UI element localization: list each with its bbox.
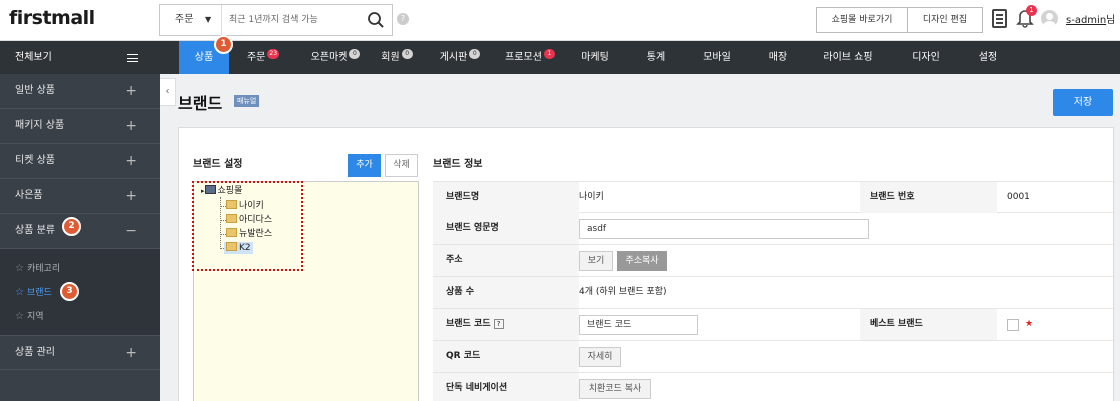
expand-icon: + xyxy=(125,153,137,169)
sidebar-header[interactable]: 전체보기 xyxy=(0,41,160,74)
step-marker-3: 3 xyxy=(60,282,79,301)
brand-info-title: 브랜드 정보 xyxy=(433,159,483,170)
delete-button[interactable]: 삭제 xyxy=(385,154,418,177)
sidebar-submenu: ☆ 카테고리 ☆ 브랜드 ☆ 지역 xyxy=(0,249,160,335)
main-nav: 상품 주문 23 오픈마켓 0 회원 0 게시판 0 프로모션 1 마케팅 통계 모바일 … xyxy=(160,41,1120,74)
logo[interactable]: firstmall xyxy=(9,7,95,29)
expand-icon: + xyxy=(125,188,137,204)
design-edit-button[interactable]: 디자인 편집 xyxy=(907,7,983,33)
tab-statistics[interactable]: 통계 xyxy=(636,41,676,74)
main-content: ‹ 브랜드 매뉴얼 저장 브랜드 설정 추가 삭제 ▸ 쇼핑몰 나이키 아디다스 … xyxy=(160,74,1120,401)
table-row: 브랜드명 나이키 브랜드 번호 0001 xyxy=(433,181,1115,213)
copy-substitution-code-button[interactable]: 치환코드 복사 xyxy=(579,379,651,399)
table-row: 주소 보기 주소복사 xyxy=(433,245,1115,277)
order-count-badge: 23 xyxy=(267,49,280,59)
search-input[interactable]: 최근 1년까지 검색 가능 xyxy=(229,5,318,35)
star-icon: ☆ xyxy=(15,287,24,298)
help-icon[interactable]: ? xyxy=(397,13,409,25)
table-row: 단독 네비게이션 치환코드 복사 xyxy=(433,373,1115,401)
top-bar: firstmall 주문 ▼ 최근 1년까지 검색 가능 ? 쇼핑몰 바로가기 … xyxy=(0,0,1120,41)
step-marker-2: 2 xyxy=(62,217,81,236)
user-name[interactable]: s-admin님 xyxy=(1066,11,1115,26)
qr-detail-button[interactable]: 자세히 xyxy=(579,347,621,367)
search-icon[interactable] xyxy=(367,11,385,29)
highlight-box xyxy=(192,181,303,271)
best-brand-label: 베스트 브랜드 xyxy=(860,309,997,340)
search-box: 주문 ▼ 최근 1년까지 검색 가능 xyxy=(159,4,393,36)
star-icon: ☆ xyxy=(15,311,24,322)
brand-name-label: 브랜드명 xyxy=(433,182,579,213)
step-marker-1: 1 xyxy=(214,35,233,54)
copy-address-button[interactable]: 주소복사 xyxy=(617,251,667,271)
star-icon: ☆ xyxy=(15,263,24,274)
add-button[interactable]: 추가 xyxy=(348,154,381,177)
collapse-icon: − xyxy=(125,223,137,239)
save-button[interactable]: 저장 xyxy=(1053,89,1113,116)
qr-code-label: QR 코드 xyxy=(433,341,579,372)
brand-number-label: 브랜드 번호 xyxy=(860,182,997,213)
tab-open-market[interactable]: 오픈마켓 0 xyxy=(299,41,372,74)
sidebar-item-ticket-products[interactable]: 티켓 상품 + xyxy=(0,144,160,179)
tab-mobile[interactable]: 모바일 xyxy=(694,41,740,74)
table-row: 상품 수 4개 (하위 브랜드 포함) xyxy=(433,277,1115,309)
collapse-sidebar-button[interactable]: ‹ xyxy=(160,78,176,106)
page-title: 브랜드 xyxy=(178,94,223,113)
sidebar-subitem-brand[interactable]: ☆ 브랜드 xyxy=(0,281,160,305)
best-brand-checkbox[interactable] xyxy=(1007,319,1019,331)
sidebar-item-package-products[interactable]: 패키지 상품 + xyxy=(0,109,160,144)
table-row: 브랜드 코드? 브랜드 코드 베스트 브랜드 ★ xyxy=(433,309,1115,341)
tab-live-shopping[interactable]: 라이브 쇼핑 xyxy=(813,41,883,74)
brand-code-label: 브랜드 코드? xyxy=(433,309,579,340)
menu-icon[interactable] xyxy=(127,54,138,62)
expand-icon: + xyxy=(125,345,137,361)
english-name-input[interactable]: asdf xyxy=(579,219,869,239)
brand-code-input[interactable]: 브랜드 코드 xyxy=(579,315,698,335)
go-to-mall-button[interactable]: 쇼핑몰 바로가기 xyxy=(816,7,908,33)
help-icon[interactable]: ? xyxy=(493,319,504,329)
sidebar-subitem-region[interactable]: ☆ 지역 xyxy=(0,305,160,329)
sidebar-item-product-management[interactable]: 상품 관리 + xyxy=(0,335,160,370)
brand-panel: 브랜드 설정 추가 삭제 ▸ 쇼핑몰 나이키 아디다스 뉴발란스 K2 브랜드 정… xyxy=(178,127,1115,401)
sidebar-item-product-classification[interactable]: 상품 분류 − xyxy=(0,214,160,249)
manual-badge[interactable]: 매뉴얼 xyxy=(234,95,260,107)
tab-promotion[interactable]: 프로모션 1 xyxy=(498,41,562,74)
brand-name-value: 나이키 xyxy=(579,192,604,202)
product-count-label: 상품 수 xyxy=(433,277,579,308)
notification-badge: 1 xyxy=(1026,5,1037,16)
table-row: QR 코드 자세히 xyxy=(433,341,1115,373)
tab-board[interactable]: 게시판 0 xyxy=(432,41,488,74)
brand-settings-title: 브랜드 설정 xyxy=(193,159,243,170)
table-row: 브랜드 영문명 asdf xyxy=(433,213,1115,245)
english-name-label: 브랜드 영문명 xyxy=(433,213,579,244)
sidebar-item-general-products[interactable]: 일반 상품 + xyxy=(0,74,160,109)
view-button[interactable]: 보기 xyxy=(579,251,613,271)
chevron-down-icon: ▼ xyxy=(205,15,212,24)
search-category-select[interactable]: 주문 ▼ xyxy=(160,5,222,35)
expand-icon: + xyxy=(125,118,137,134)
brand-number-value: 0001 xyxy=(1007,192,1030,202)
tab-marketing[interactable]: 마케팅 xyxy=(572,41,618,74)
address-label: 주소 xyxy=(433,245,579,276)
avatar[interactable] xyxy=(1041,10,1058,27)
tab-orders[interactable]: 주문 23 xyxy=(235,41,291,74)
tab-settings[interactable]: 설정 xyxy=(970,41,1006,74)
sidebar-header-label: 전체보기 xyxy=(15,52,52,63)
tab-design[interactable]: 디자인 xyxy=(903,41,949,74)
document-icon[interactable] xyxy=(992,9,1007,28)
required-star-icon: ★ xyxy=(1025,319,1034,329)
expand-icon: + xyxy=(125,83,137,99)
tab-members[interactable]: 회원 0 xyxy=(374,41,420,74)
sidebar-subitem-category[interactable]: ☆ 카테고리 xyxy=(0,257,160,281)
sidebar-item-gifts[interactable]: 사은품 + xyxy=(0,179,160,214)
search-category-label: 주문 xyxy=(175,14,194,25)
sidebar: 전체보기 일반 상품 + 패키지 상품 + 티켓 상품 + 사은품 + 상품 분류 − ☆… xyxy=(0,41,160,401)
product-count-value: 4개 (하위 브랜드 포함) xyxy=(579,287,667,297)
standalone-navigation-label: 단독 네비게이션 xyxy=(433,373,579,401)
tab-store[interactable]: 매장 xyxy=(758,41,798,74)
